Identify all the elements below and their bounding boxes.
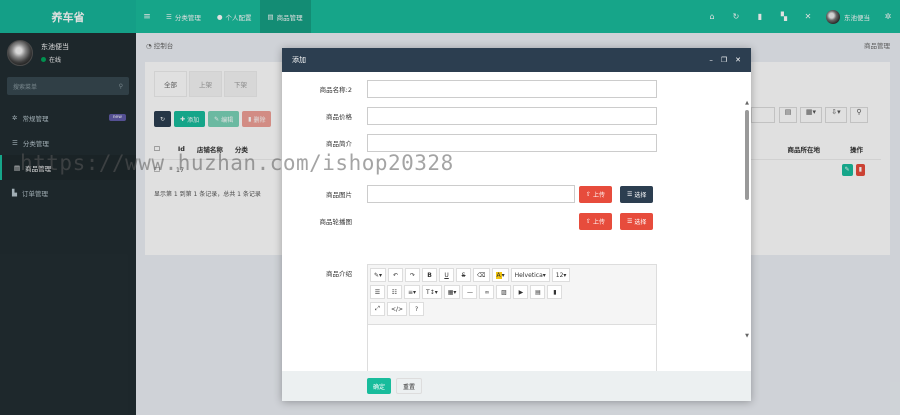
label-detail-images: 商品轮播图 bbox=[319, 218, 353, 226]
scroll-up-icon[interactable]: ▲ bbox=[745, 100, 749, 106]
editor-content[interactable] bbox=[368, 325, 656, 371]
list-icon: ☰ bbox=[627, 217, 633, 225]
add-dialog: 添加 – ❐ ✕ 商品名称:2 商品价格 商品简介 商品图片 ⇧ 上传 ☰ 选择 商… bbox=[282, 48, 751, 401]
close-icon[interactable]: ✕ bbox=[735, 56, 741, 64]
label-price: 商品价格 bbox=[326, 113, 352, 121]
strikethrough-icon[interactable]: S bbox=[456, 268, 472, 282]
document-icon[interactable]: ▮ bbox=[547, 285, 563, 299]
dialog-scrollbar[interactable] bbox=[745, 110, 749, 200]
align-icon[interactable]: ≡▾ bbox=[404, 285, 421, 299]
intro-input[interactable] bbox=[367, 134, 657, 152]
upload-images-button[interactable]: ⇧ 上传 bbox=[579, 185, 613, 203]
label-intro: 商品简介 bbox=[326, 140, 352, 148]
dialog-body: 商品名称:2 商品价格 商品简介 商品图片 ⇧ 上传 ☰ 选择 商品轮播图 ⇧ 上传 … bbox=[282, 72, 751, 371]
font-size-select[interactable]: 12 ▾ bbox=[551, 268, 571, 282]
price-input[interactable] bbox=[367, 107, 657, 125]
link-icon[interactable]: ∞ bbox=[479, 285, 495, 299]
watermark-text: https://www.huzhan.com/ishop20328 bbox=[20, 151, 454, 175]
images-input[interactable] bbox=[367, 185, 575, 203]
maximize-icon[interactable]: ❐ bbox=[721, 56, 727, 64]
video-icon[interactable]: ▶ bbox=[513, 285, 529, 299]
reset-button[interactable]: 重置 bbox=[396, 378, 423, 394]
choose-detail-button[interactable]: ☰ 选择 bbox=[620, 212, 654, 230]
redo-icon[interactable]: ↷ bbox=[405, 268, 421, 282]
font-color-icon[interactable]: A ▾ bbox=[491, 268, 509, 282]
code-view-icon[interactable]: </> bbox=[387, 302, 408, 316]
horizontal-rule-icon[interactable]: — bbox=[462, 285, 478, 299]
fullscreen-icon[interactable]: ⤢ bbox=[370, 302, 385, 316]
upload-icon: ⇧ bbox=[586, 190, 592, 198]
image-icon[interactable]: ▨ bbox=[496, 285, 512, 299]
font-family-select[interactable]: Helvetica ▾ bbox=[510, 268, 550, 282]
dialog-footer: 确定 重置 bbox=[282, 371, 751, 401]
choose-images-button[interactable]: ☰ 选择 bbox=[620, 185, 654, 203]
name-input[interactable] bbox=[367, 80, 657, 98]
text-height-icon[interactable]: T↕▾ bbox=[422, 285, 442, 299]
unordered-list-icon[interactable]: ☰ bbox=[370, 285, 385, 299]
file-icon[interactable]: ▤ bbox=[530, 285, 546, 299]
undo-icon[interactable]: ↶ bbox=[388, 268, 404, 282]
upload-icon: ⇧ bbox=[586, 217, 592, 225]
label-images: 商品图片 bbox=[326, 191, 352, 199]
ordered-list-icon[interactable]: ☷ bbox=[387, 285, 402, 299]
table-icon[interactable]: ▦▾ bbox=[443, 285, 461, 299]
submit-button[interactable]: 确定 bbox=[367, 378, 392, 394]
underline-icon[interactable]: U bbox=[439, 268, 455, 282]
minimize-icon[interactable]: – bbox=[709, 56, 713, 64]
eraser-icon[interactable]: ⌫ bbox=[473, 268, 490, 282]
dialog-header: 添加 – ❐ ✕ bbox=[282, 48, 751, 72]
upload-detail-button[interactable]: ⇧ 上传 bbox=[579, 212, 613, 230]
rich-text-editor: ✎▾ ↶ ↷ B U S ⌫ A ▾ Helvetica ▾ 12 ▾ ☰ ☷ ≡▾ … bbox=[367, 264, 657, 371]
magic-icon[interactable]: ✎▾ bbox=[370, 268, 387, 282]
scroll-down-icon[interactable]: ▼ bbox=[745, 333, 749, 339]
label-name: 商品名称:2 bbox=[319, 86, 352, 94]
help-icon[interactable]: ? bbox=[409, 302, 425, 316]
dialog-title: 添加 bbox=[292, 56, 306, 64]
label-desc: 商品介绍 bbox=[326, 270, 352, 278]
editor-toolbar: ✎▾ ↶ ↷ B U S ⌫ A ▾ Helvetica ▾ 12 ▾ ☰ ☷ ≡▾ … bbox=[368, 265, 656, 325]
list-icon: ☰ bbox=[627, 190, 633, 198]
bold-icon[interactable]: B bbox=[422, 268, 438, 282]
